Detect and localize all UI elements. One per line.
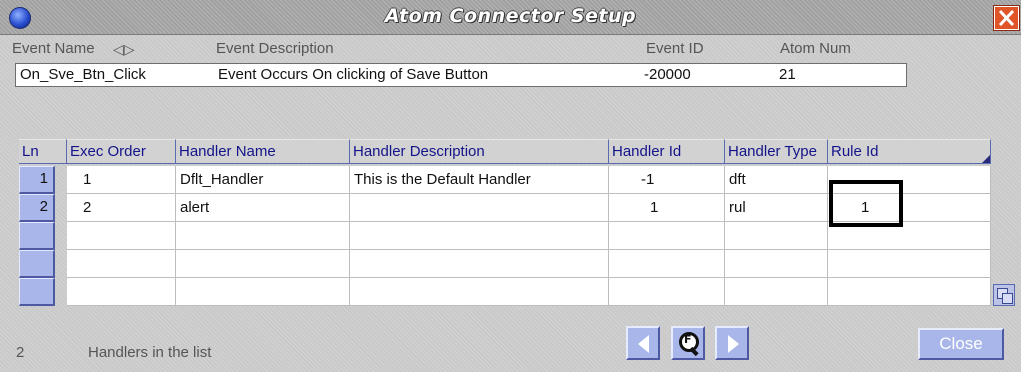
close-button[interactable]: Close bbox=[918, 328, 1004, 360]
close-x-glyph bbox=[998, 9, 1015, 27]
handler-description-cell[interactable] bbox=[350, 194, 609, 222]
rule-id-cell[interactable] bbox=[828, 250, 991, 278]
handler-description-cell[interactable] bbox=[350, 278, 609, 306]
exec-order-cell[interactable] bbox=[67, 278, 176, 306]
rule-id-cell[interactable] bbox=[828, 278, 991, 306]
handler-count-label: Handlers in the list bbox=[88, 344, 212, 361]
event-row[interactable]: On_Sve_Btn_Click Event Occurs On clickin… bbox=[15, 63, 907, 87]
row-number[interactable]: 2 bbox=[19, 194, 55, 222]
highlight-box bbox=[829, 180, 903, 227]
handler-type-cell[interactable] bbox=[725, 250, 828, 278]
column-header-handler-type[interactable]: Handler Type bbox=[725, 139, 828, 164]
handler-name-cell[interactable]: alert bbox=[176, 194, 350, 222]
handler-description-cell[interactable] bbox=[350, 222, 609, 250]
arrow-left-icon bbox=[638, 335, 649, 353]
handler-type-cell[interactable] bbox=[725, 278, 828, 306]
table-row[interactable] bbox=[19, 278, 991, 306]
column-header-handler-name[interactable]: Handler Name bbox=[176, 139, 350, 164]
header-corner-mark bbox=[982, 155, 990, 163]
atom-num-label: Atom Num bbox=[780, 40, 851, 57]
atom-num-value: 21 bbox=[779, 66, 796, 83]
sort-arrows-icon[interactable]: ◁▷ bbox=[113, 41, 135, 58]
handler-type-cell[interactable] bbox=[725, 222, 828, 250]
handler-name-cell[interactable] bbox=[176, 222, 350, 250]
exec-order-cell[interactable] bbox=[67, 222, 176, 250]
table-row[interactable] bbox=[19, 250, 991, 278]
row-number[interactable] bbox=[19, 278, 55, 306]
column-header-handler-id[interactable]: Handler Id bbox=[609, 139, 725, 164]
column-header-rule-id[interactable]: Rule Id bbox=[828, 139, 991, 164]
handler-id-cell[interactable] bbox=[609, 278, 725, 306]
event-id-value: -20000 bbox=[644, 66, 691, 83]
column-header-exec-order[interactable]: Exec Order bbox=[67, 139, 176, 164]
handler-description-cell[interactable]: This is the Default Handler bbox=[350, 166, 609, 194]
handler-id-cell[interactable]: -1 bbox=[609, 166, 725, 194]
handler-id-cell[interactable]: 1 bbox=[609, 194, 725, 222]
handler-id-cell[interactable] bbox=[609, 222, 725, 250]
column-header-ln[interactable]: Ln bbox=[19, 139, 67, 164]
window-copy-icon[interactable] bbox=[993, 284, 1015, 306]
event-name-value: On_Sve_Btn_Click bbox=[20, 66, 146, 83]
handler-name-cell[interactable] bbox=[176, 278, 350, 306]
handler-description-cell[interactable] bbox=[350, 250, 609, 278]
handler-type-cell[interactable]: dft bbox=[725, 166, 828, 194]
handler-count: 2 bbox=[16, 344, 25, 361]
column-header-handler-description[interactable]: Handler Description bbox=[350, 139, 609, 164]
exec-order-cell[interactable] bbox=[67, 250, 176, 278]
handler-name-cell[interactable] bbox=[176, 250, 350, 278]
exec-order-cell[interactable]: 1 bbox=[67, 166, 176, 194]
arrow-right-icon bbox=[728, 335, 739, 353]
event-name-label: Event Name bbox=[12, 40, 95, 57]
close-icon[interactable] bbox=[994, 6, 1019, 30]
exec-order-cell[interactable]: 2 bbox=[67, 194, 176, 222]
row-number[interactable]: 1 bbox=[19, 166, 55, 194]
handler-name-cell[interactable]: Dflt_Handler bbox=[176, 166, 350, 194]
row-number[interactable] bbox=[19, 222, 55, 250]
find-button[interactable]: F bbox=[671, 326, 705, 360]
event-id-label: Event ID bbox=[646, 40, 704, 57]
row-number[interactable] bbox=[19, 250, 55, 278]
window-title: Atom Connector Setup bbox=[384, 5, 637, 27]
handler-type-cell[interactable]: rul bbox=[725, 194, 828, 222]
handler-id-cell[interactable] bbox=[609, 250, 725, 278]
magnifier-handle bbox=[689, 346, 699, 357]
event-description-label: Event Description bbox=[216, 40, 334, 57]
next-button[interactable] bbox=[715, 326, 749, 360]
previous-button[interactable] bbox=[626, 326, 660, 360]
event-description-value: Event Occurs On clicking of Save Button bbox=[218, 66, 489, 83]
